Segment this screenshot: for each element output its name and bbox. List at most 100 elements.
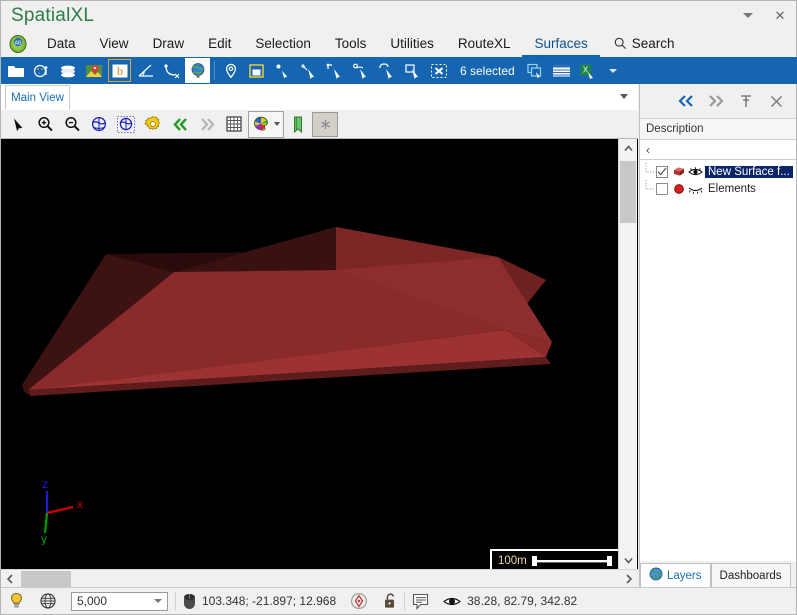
layers-filter-row[interactable]: ‹ xyxy=(640,140,796,160)
scroll-right-button[interactable] xyxy=(620,570,638,588)
clear-selection-icon[interactable] xyxy=(426,58,451,83)
collapse-left-button[interactable] xyxy=(672,88,700,114)
tab-main-view[interactable]: Main View xyxy=(5,85,70,110)
crop-select-icon[interactable] xyxy=(400,58,425,83)
measure-angle-icon[interactable] xyxy=(133,58,158,83)
statusbar-lightbulb-button[interactable] xyxy=(1,588,32,615)
zoom-in-icon[interactable] xyxy=(32,112,58,137)
view-toolbar xyxy=(1,110,638,139)
excel-export-icon[interactable]: X xyxy=(575,58,600,83)
add-node-icon[interactable] xyxy=(322,58,347,83)
color-palette-icon[interactable] xyxy=(248,110,284,138)
chevron-down-icon[interactable] xyxy=(154,599,162,603)
statusbar-snap-button[interactable] xyxy=(343,588,375,615)
table-grid-icon[interactable] xyxy=(549,58,574,83)
menu-item-data[interactable]: Data xyxy=(35,30,88,57)
palette-chevron-down-icon[interactable] xyxy=(273,122,280,126)
toolbar-overflow-button[interactable] xyxy=(601,58,626,83)
globe-icon[interactable] xyxy=(185,58,210,83)
menu-item-routexl[interactable]: RouteXL xyxy=(446,30,523,57)
scroll-down-button[interactable] xyxy=(619,551,637,569)
viewport-vertical-scrollbar[interactable] xyxy=(618,139,637,569)
pin-panel-button[interactable] xyxy=(732,88,760,114)
menu-search[interactable]: Search xyxy=(600,36,675,51)
view-tabstrip: Main View xyxy=(1,84,638,111)
curve-tool-icon[interactable] xyxy=(159,58,184,83)
arrow-select-icon[interactable] xyxy=(5,112,31,137)
list-item[interactable]: Elements xyxy=(640,180,796,197)
layer-checkbox[interactable] xyxy=(656,182,668,195)
frame-select-icon[interactable] xyxy=(244,58,269,83)
copy-to-view-icon[interactable] xyxy=(523,58,548,83)
statusbar-scale-combo[interactable]: 5,000 xyxy=(64,588,175,615)
statusbar-lock-button[interactable] xyxy=(375,588,404,615)
pointer-node-icon[interactable] xyxy=(270,58,295,83)
menu-item-view[interactable]: View xyxy=(88,30,141,57)
tabstrip-overflow-chevron-down-icon[interactable] xyxy=(620,94,628,99)
tab-layers[interactable]: Layers xyxy=(640,563,711,587)
layer-name[interactable]: Elements xyxy=(705,183,759,195)
menu-item-utilities[interactable]: Utilities xyxy=(378,30,446,57)
zoom-out-icon[interactable] xyxy=(59,112,85,137)
menu-item-surfaces[interactable]: Surfaces xyxy=(522,30,600,57)
grid-icon[interactable] xyxy=(221,112,247,137)
snapshot-icon[interactable] xyxy=(312,111,338,137)
toolbar-separator xyxy=(214,61,215,80)
tab-dashboards-label: Dashboards xyxy=(719,569,782,582)
palette-settings-icon[interactable] xyxy=(29,58,54,83)
horizontal-scroll-thumb[interactable] xyxy=(21,571,71,587)
eye-closed-icon[interactable] xyxy=(688,182,703,196)
menu-item-draw[interactable]: Draw xyxy=(141,30,197,57)
location-pin-icon[interactable] xyxy=(218,58,243,83)
expand-right-button[interactable] xyxy=(702,88,730,114)
tab-dashboards[interactable]: Dashboards xyxy=(710,563,791,587)
titlebar-close-button[interactable]: ✕ xyxy=(764,1,796,30)
mouse-icon xyxy=(184,593,195,609)
transform-node-icon[interactable] xyxy=(296,58,321,83)
scale-bar-label: 100m xyxy=(498,555,527,567)
surface-canvas[interactable] xyxy=(5,141,616,570)
scroll-left-button[interactable] xyxy=(1,570,19,588)
forward-icon[interactable] xyxy=(194,112,220,137)
statusbar-note-button[interactable] xyxy=(405,588,436,615)
axis-x-label: x xyxy=(77,497,83,511)
layer-checkbox[interactable] xyxy=(656,165,668,178)
tab-layers-label: Layers xyxy=(667,569,702,582)
statusbar-projection-button[interactable] xyxy=(32,588,64,615)
eye-open-icon[interactable] xyxy=(688,165,703,179)
vertical-scroll-thumb[interactable] xyxy=(620,161,636,223)
app-globe-icon[interactable]: AB xyxy=(1,30,35,57)
map-pin-image-icon[interactable] xyxy=(81,58,106,83)
axis-y-label: y xyxy=(41,532,47,545)
open-folder-icon[interactable] xyxy=(3,58,28,83)
layer-name[interactable]: New Surface f... xyxy=(705,165,793,178)
layers-stack-icon[interactable] xyxy=(55,58,80,83)
zoom-extents-globe-icon[interactable] xyxy=(86,112,112,137)
select-node-icon[interactable] xyxy=(348,58,373,83)
menu-item-tools[interactable]: Tools xyxy=(323,30,379,57)
bookmark-flag-icon[interactable] xyxy=(285,112,311,137)
red-circle-icon xyxy=(671,182,686,196)
view-settings-gear-icon[interactable] xyxy=(140,112,166,137)
rewind-icon[interactable] xyxy=(167,112,193,137)
menu-search-label: Search xyxy=(631,36,675,51)
titlebar-dropdown-button[interactable] xyxy=(732,1,764,30)
b-symbol-icon[interactable]: b xyxy=(107,58,132,83)
filter-collapse-icon: ‹ xyxy=(646,142,650,157)
scroll-up-button[interactable] xyxy=(619,139,637,157)
svg-text:b: b xyxy=(117,64,123,78)
scale-combo[interactable]: 5,000 xyxy=(71,591,168,611)
menu-item-selection[interactable]: Selection xyxy=(243,30,323,57)
surface-mesh xyxy=(6,142,615,569)
lasso-select-icon[interactable] xyxy=(374,58,399,83)
main-toolbar: b 6 selected X xyxy=(1,57,797,84)
application-window: SpatialXL ✕ AB Data View Draw Edit Selec… xyxy=(0,0,797,615)
menu-item-edit[interactable]: Edit xyxy=(196,30,243,57)
viewport-horizontal-scrollbar[interactable] xyxy=(1,569,638,588)
selection-count-label: 6 selected xyxy=(460,63,515,78)
zoom-selected-globe-icon[interactable] xyxy=(113,112,139,137)
list-item[interactable]: New Surface f... xyxy=(640,163,796,180)
close-panel-button[interactable] xyxy=(762,88,790,114)
axis-gizmo: z x y xyxy=(25,475,95,546)
viewport-3d[interactable]: z x y 100m xyxy=(1,139,638,587)
